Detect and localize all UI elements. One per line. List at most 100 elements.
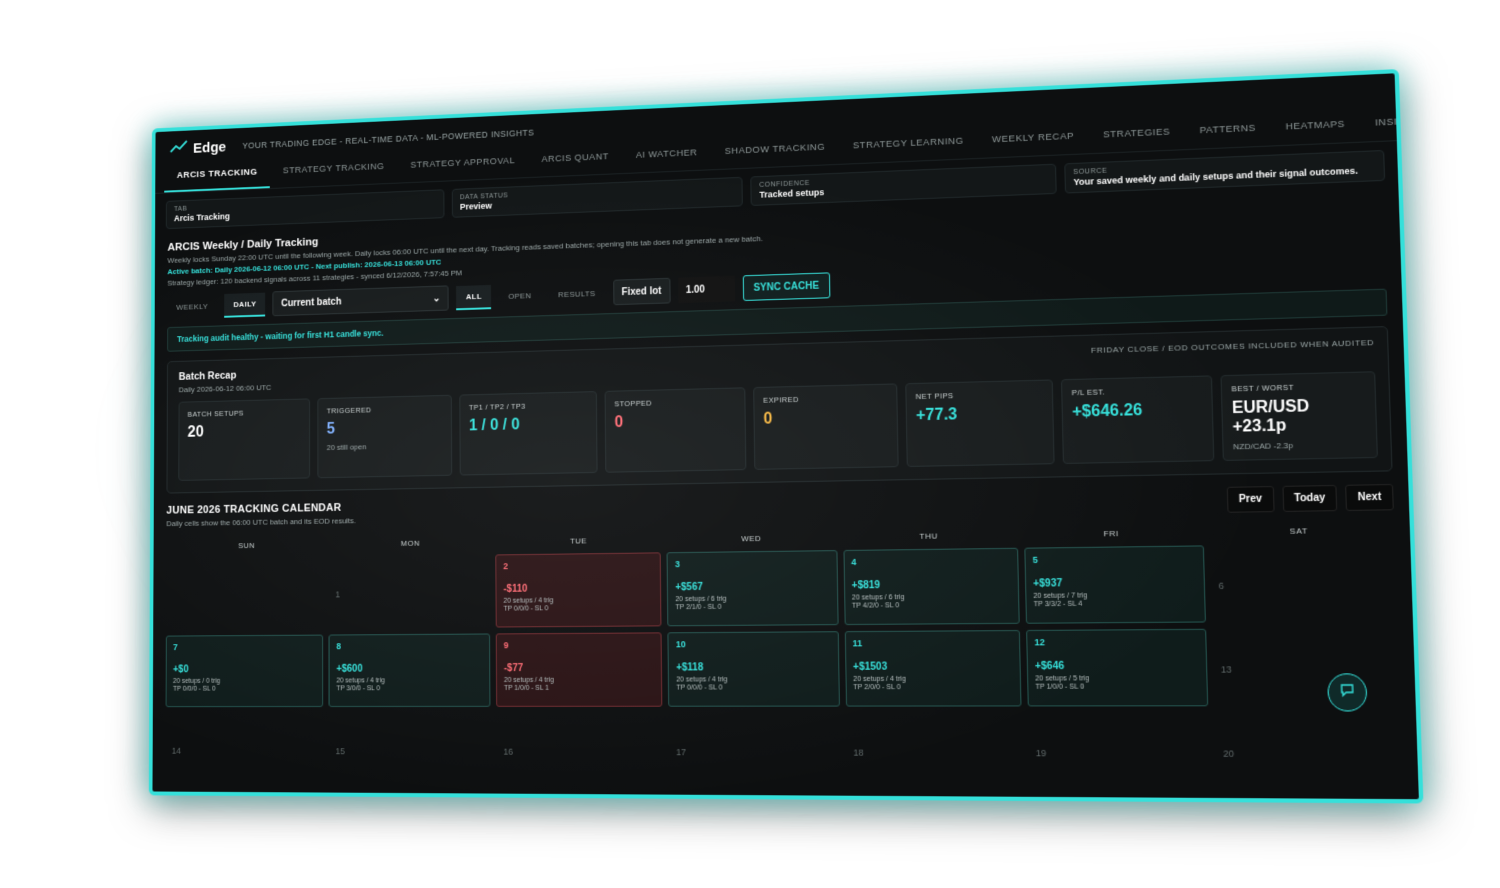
tab-arcis-quant[interactable]: ARCIS QUANT [528, 141, 622, 177]
filter-results[interactable]: RESULTS [548, 282, 605, 306]
day-number: 11 [852, 638, 863, 649]
tab-weekly-recap[interactable]: WEEKLY RECAP [977, 120, 1089, 158]
chevron-down-icon: ⌄ [432, 292, 441, 304]
day-pl: +$819 [851, 580, 881, 592]
calendar-day-cell[interactable]: 4 +$819 20 setups / 6 trig TP 4/2/0 - SL 0 [843, 547, 1020, 626]
day-tp-sl: TP 3/0/0 - SL 0 [336, 685, 381, 693]
day-number: 10 [675, 639, 686, 650]
batch-recap: Batch Recap Daily 2026-06-12 06:00 UTC F… [166, 326, 1393, 494]
calendar-day-cell[interactable]: 2 -$110 20 setups / 4 trig TP 0/0/0 - SL 0 [495, 552, 662, 628]
day-setups: 20 setups / 4 trig [503, 597, 554, 605]
prev-button[interactable]: Prev [1226, 486, 1275, 513]
info-source: SOURCE Your saved weekly and daily setup… [1063, 149, 1386, 194]
calendar-day-cell[interactable]: 6 [1210, 543, 1397, 623]
brand-logo[interactable]: Edge [170, 138, 226, 157]
day-number: 19 [1035, 747, 1047, 759]
day-tp-sl: TP 2/0/0 - SL 0 [853, 683, 901, 692]
stat-card: EXPIRED 0 [753, 383, 899, 470]
today-button[interactable]: Today [1282, 484, 1338, 512]
recap-title: Batch Recap [178, 369, 237, 383]
day-number: 17 [675, 747, 687, 758]
tab-ai-watcher[interactable]: AI WATCHER [622, 137, 711, 173]
calendar-day-cell[interactable]: 8 +$600 20 setups / 4 trig TP 3/0/0 - SL 0 [328, 633, 491, 707]
day-pl: +$937 [1032, 578, 1063, 590]
weekly-toggle[interactable]: WEEKLY [167, 295, 217, 318]
day-number: 3 [674, 559, 680, 570]
stat-card: BEST / WORST EUR/USD +23.1p NZD/CAD -2.3p [1220, 371, 1378, 461]
recap-note: FRIDAY CLOSE / EOD OUTCOMES INCLUDED WHE… [1090, 337, 1375, 355]
stat-sub [187, 444, 300, 446]
tab-insights[interactable]: INSIGHTS [1360, 104, 1424, 142]
tab-arcis-tracking[interactable]: ARCIS TRACKING [164, 156, 271, 193]
calendar-day-cell[interactable]: 20 [1215, 713, 1403, 792]
calendar-grid: 1 2 -$110 20 setups / 4 trig TP 0/0/0 - SL 0… [165, 543, 1403, 792]
calendar-day-cell[interactable]: 17 [669, 713, 841, 789]
stage: Edge YOUR TRADING EDGE - REAL-TIME DATA … [0, 0, 1500, 888]
daily-toggle[interactable]: DAILY [224, 292, 266, 318]
tab-strategy-tracking[interactable]: STRATEGY TRACKING [270, 151, 397, 188]
calendar-day-cell[interactable]: 12 +$646 20 setups / 5 trig TP 1/0/0 - SL 0 [1025, 628, 1209, 707]
calendar-day-cell[interactable]: 19 [1028, 713, 1211, 791]
day-number: 15 [335, 746, 345, 757]
calendar-day-cell[interactable]: 1 [329, 555, 491, 629]
day-number: 2 [503, 561, 509, 572]
dow-sun: SUN [238, 541, 256, 551]
tab-strategy-learning[interactable]: STRATEGY LEARNING [839, 125, 978, 164]
filter-open[interactable]: OPEN [499, 284, 541, 308]
calendar-day-cell[interactable]: 11 +$1503 20 setups / 4 trig TP 2/0/0 - SL … [844, 630, 1022, 707]
day-number: 5 [1032, 554, 1038, 566]
day-number: 13 [1220, 664, 1232, 675]
day-setups: 20 setups / 7 trig [1033, 592, 1088, 601]
stat-label: EXPIRED [763, 394, 799, 405]
sync-cache-button[interactable]: SYNC CACHE [742, 272, 831, 302]
stat-value: 0 [614, 414, 624, 432]
tab-shadow-tracking[interactable]: SHADOW TRACKING [711, 131, 839, 169]
calendar-day-cell[interactable]: 10 +$118 20 setups / 4 trig TP 0/0/0 - SL 0 [667, 631, 840, 707]
day-pl: +$1503 [852, 661, 888, 673]
tab-patterns[interactable]: PATTERNS [1184, 112, 1271, 149]
brand-name: Edge [193, 138, 227, 157]
day-tp-sl: TP 0/0/0 - SL 0 [172, 685, 216, 693]
stat-sub: NZD/CAD -2.3p [1232, 440, 1294, 452]
stat-label: TRIGGERED [326, 405, 372, 416]
calendar-cell-empty [166, 557, 323, 630]
batch-select-value: Current batch [281, 296, 342, 309]
day-tp-sl: TP 4/2/0 - SL 0 [851, 602, 900, 610]
chat-button[interactable] [1327, 673, 1368, 712]
day-number: 1 [335, 589, 340, 600]
day-number: 6 [1218, 580, 1225, 592]
calendar-day-cell[interactable]: 13 [1212, 628, 1400, 707]
day-number: 18 [853, 747, 864, 758]
lot-input[interactable]: 1.00 [677, 275, 735, 304]
dow-sat: SAT [1289, 526, 1308, 536]
day-setups: 20 setups / 4 trig [853, 675, 906, 684]
tab-heatmaps[interactable]: HEATMAPS [1270, 108, 1360, 146]
stat-value: 1 / 0 / 0 [468, 416, 520, 435]
next-button[interactable]: Next [1345, 483, 1394, 511]
info-data-status: DATA STATUS Preview [451, 176, 743, 218]
day-number: 12 [1034, 637, 1045, 648]
day-pl: -$77 [503, 663, 524, 675]
tab-strategies[interactable]: STRATEGIES [1088, 116, 1185, 154]
stat-card: TRIGGERED 5 20 still open [317, 394, 453, 479]
stat-card: TP1 / TP2 / TP3 1 / 0 / 0 [459, 391, 598, 476]
day-pl: +$600 [336, 663, 363, 675]
dow-fri: FRI [1103, 528, 1119, 539]
calendar-day-cell[interactable]: 7 +$0 20 setups / 0 trig TP 0/0/0 - SL 0 [165, 634, 324, 708]
calendar-day-cell[interactable]: 5 +$937 20 setups / 7 trig TP 3/3/2 - SL 4 [1024, 545, 1206, 624]
calendar-day-cell[interactable]: 18 [846, 713, 1023, 790]
calendar-day-cell[interactable]: 9 -$77 20 setups / 4 trig TP 1/0/0 - SL 1 [496, 632, 663, 707]
day-tp-sl: TP 3/3/2 - SL 4 [1033, 600, 1083, 609]
batch-select[interactable]: Current batch ⌄ [272, 285, 450, 317]
tab-strategy-approval[interactable]: STRATEGY APPROVAL [397, 145, 528, 182]
calendar-day-cell[interactable]: 3 +$567 20 setups / 6 trig TP 2/1/0 - SL 0 [666, 550, 839, 627]
calendar-day-cell[interactable]: 15 [329, 713, 491, 787]
calendar-subtitle: Daily cells show the 06:00 UTC batch and… [166, 516, 356, 528]
calendar-day-cell[interactable]: 16 [496, 713, 663, 788]
dow-wed: WED [741, 533, 762, 544]
dow-mon: MON [400, 538, 420, 548]
filter-all[interactable]: ALL [456, 284, 492, 310]
day-tp-sl: TP 1/0/0 - SL 0 [1035, 683, 1085, 691]
calendar-day-cell[interactable]: 14 [165, 713, 323, 786]
day-setups: 20 setups / 0 trig [172, 677, 221, 685]
